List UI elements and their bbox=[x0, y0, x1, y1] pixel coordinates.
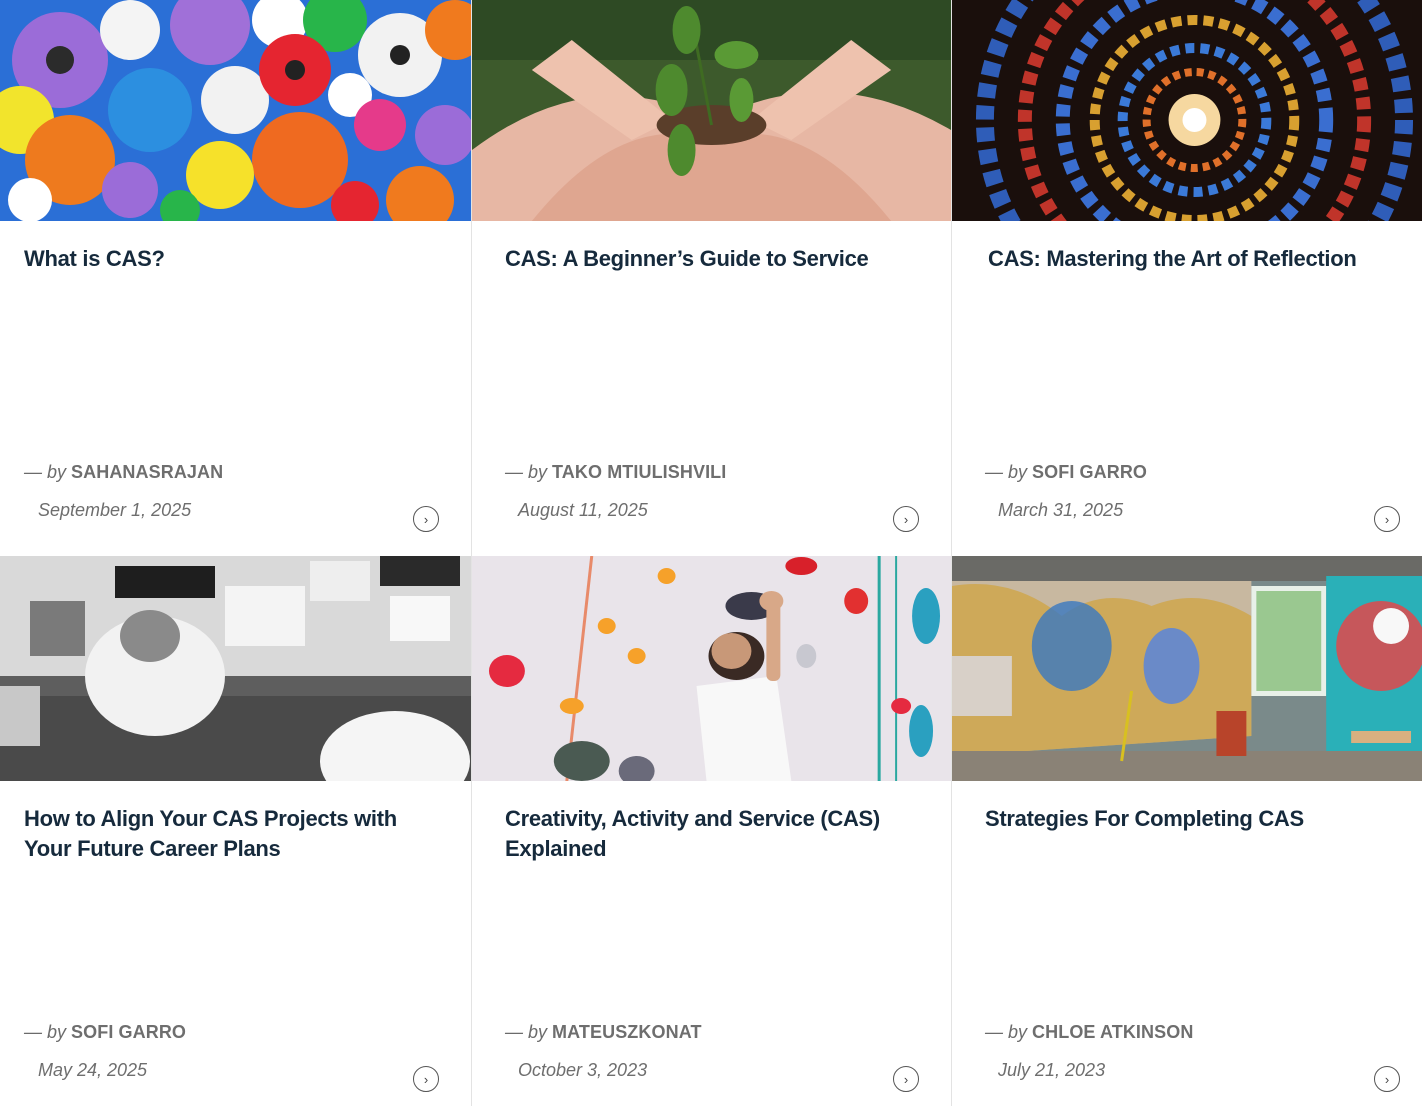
post-title[interactable]: Creativity, Activity and Service (CAS) E… bbox=[505, 804, 925, 864]
chevron-right-circle-icon[interactable]: › bbox=[413, 1066, 439, 1092]
post-grid: What is CAS? — by SAHANASRAJAN September… bbox=[0, 0, 1422, 1106]
post-byline: — by SAHANASRAJAN bbox=[24, 462, 223, 483]
hands-plant-image bbox=[472, 0, 951, 221]
post-thumbnail[interactable] bbox=[952, 0, 1422, 221]
chevron-right-circle-icon[interactable]: › bbox=[413, 506, 439, 532]
post-date: May 24, 2025 bbox=[38, 1060, 148, 1080]
post-author[interactable]: SOFI GARRO bbox=[71, 1022, 186, 1042]
climbing-wall-image bbox=[472, 556, 951, 781]
post-thumbnail[interactable] bbox=[952, 556, 1422, 781]
graffiti-studio-image bbox=[952, 556, 1422, 781]
post-thumbnail[interactable] bbox=[472, 0, 951, 221]
post-card[interactable]: Strategies For Completing CAS — by CHLOE… bbox=[951, 556, 1422, 1106]
chevron-right-circle-icon[interactable]: › bbox=[893, 506, 919, 532]
post-title[interactable]: Strategies For Completing CAS bbox=[985, 804, 1405, 834]
post-byline: — by MATEUSZKONAT bbox=[505, 1022, 702, 1043]
post-author[interactable]: SAHANASRAJAN bbox=[71, 462, 223, 482]
by-label: — by bbox=[985, 462, 1028, 482]
post-title[interactable]: CAS: Mastering the Art of Reflection bbox=[988, 244, 1408, 274]
post-author[interactable]: TAKO MTIULISHVILI bbox=[552, 462, 726, 482]
post-thumbnail[interactable] bbox=[0, 0, 471, 221]
chevron-right-circle-icon[interactable]: › bbox=[1374, 506, 1400, 532]
post-date: July 21, 2023 bbox=[998, 1060, 1106, 1080]
post-title[interactable]: CAS: A Beginner’s Guide to Service bbox=[505, 244, 925, 274]
post-thumbnail[interactable] bbox=[472, 556, 951, 781]
chevron-right-circle-icon[interactable]: › bbox=[1374, 1066, 1400, 1092]
by-label: — by bbox=[505, 462, 548, 482]
by-label: — by bbox=[505, 1022, 548, 1042]
post-byline: — by SOFI GARRO bbox=[985, 462, 1147, 483]
post-author[interactable]: SOFI GARRO bbox=[1032, 462, 1147, 482]
post-title[interactable]: What is CAS? bbox=[24, 244, 444, 274]
post-date: March 31, 2025 bbox=[998, 500, 1124, 520]
by-label: — by bbox=[985, 1022, 1028, 1042]
post-byline: — by CHLOE ATKINSON bbox=[985, 1022, 1193, 1043]
post-thumbnail[interactable] bbox=[0, 556, 471, 781]
stained-glass-image bbox=[952, 0, 1422, 221]
by-label: — by bbox=[24, 462, 67, 482]
post-byline: — by TAKO MTIULISHVILI bbox=[505, 462, 726, 483]
office-desk-image bbox=[0, 556, 471, 781]
post-card[interactable]: CAS: A Beginner’s Guide to Service — by … bbox=[471, 0, 951, 556]
post-card[interactable]: Creativity, Activity and Service (CAS) E… bbox=[471, 556, 951, 1106]
post-author[interactable]: MATEUSZKONAT bbox=[552, 1022, 702, 1042]
post-card[interactable]: CAS: Mastering the Art of Reflection — b… bbox=[951, 0, 1422, 556]
post-date: September 1, 2025 bbox=[38, 500, 192, 520]
gears-image bbox=[0, 0, 471, 221]
post-title[interactable]: How to Align Your CAS Projects with Your… bbox=[24, 804, 444, 864]
post-card[interactable]: How to Align Your CAS Projects with Your… bbox=[0, 556, 471, 1106]
post-card[interactable]: What is CAS? — by SAHANASRAJAN September… bbox=[0, 0, 471, 556]
post-byline: — by SOFI GARRO bbox=[24, 1022, 186, 1043]
chevron-right-circle-icon[interactable]: › bbox=[893, 1066, 919, 1092]
post-date: October 3, 2023 bbox=[518, 1060, 648, 1080]
post-author[interactable]: CHLOE ATKINSON bbox=[1032, 1022, 1193, 1042]
post-date: August 11, 2025 bbox=[518, 500, 648, 520]
by-label: — by bbox=[24, 1022, 67, 1042]
